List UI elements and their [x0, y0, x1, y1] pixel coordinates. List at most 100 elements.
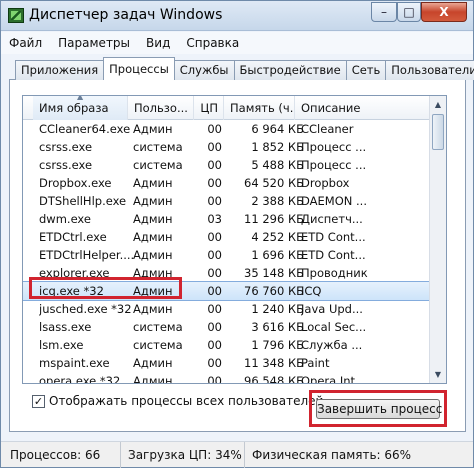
process-cpu: 00: [207, 140, 222, 154]
scroll-up-arrow-icon[interactable]: ▲: [430, 96, 446, 113]
title-bar[interactable]: Диспетчер задач Windows – □ X: [1, 1, 473, 31]
process-description: Диспетч...: [301, 212, 363, 226]
process-name: opera.exe *32: [39, 374, 121, 384]
close-button[interactable]: X: [421, 2, 467, 22]
table-row[interactable]: mspaint.exe Админ 00 11 348 КБ Paint: [23, 354, 429, 372]
show-all-users-option[interactable]: ✓ Отображать процессы всех пользователей: [32, 393, 323, 409]
maximize-button[interactable]: □: [397, 2, 421, 22]
scrollbar-thumb[interactable]: [432, 114, 444, 150]
process-memory: 3 616 КБ: [251, 320, 304, 334]
process-cpu: 00: [207, 374, 222, 384]
process-user: Админ: [133, 230, 173, 244]
process-name: DTShellHlp.exe: [39, 194, 127, 208]
process-user: система: [133, 338, 183, 352]
process-user: Админ: [133, 302, 173, 316]
table-row[interactable]: DTShellHlp.exe Админ 00 2 388 КБ DAEMON …: [23, 192, 429, 210]
table-row[interactable]: Dropbox.exe Админ 00 64 520 КБ Dropbox: [23, 174, 429, 192]
process-cpu: 00: [207, 230, 222, 244]
process-description: Paint: [301, 356, 330, 370]
process-name: jusched.exe *32: [39, 302, 132, 316]
table-row[interactable]: jusched.exe *32 Админ 00 1 240 КБ Java U…: [23, 300, 429, 318]
table-row[interactable]: ETDCtrlHelper.... Админ 00 1 696 КБ ETD …: [23, 246, 429, 264]
process-description: Dropbox: [301, 176, 350, 190]
table-row[interactable]: csrss.exe система 00 5 488 КБ Процесс ..…: [23, 156, 429, 174]
status-bar: Процессов: 66 Загрузка ЦП: 34% Физическа…: [1, 441, 473, 468]
process-description: Java Upd...: [301, 302, 363, 316]
process-cpu: 00: [207, 284, 222, 298]
process-description: Процесс ...: [301, 158, 367, 172]
window-title: Диспетчер задач Windows: [29, 7, 223, 23]
process-memory: 1 696 КБ: [251, 248, 304, 262]
process-description: Служба ...: [301, 338, 363, 352]
process-cpu: 00: [207, 176, 222, 190]
process-user: система: [133, 140, 183, 154]
tab-users[interactable]: Пользователи: [385, 60, 474, 80]
process-name: dwm.exe: [39, 212, 91, 226]
process-memory: 76 760 КБ: [244, 284, 304, 298]
process-name: CCleaner64.exe: [39, 122, 131, 136]
process-list[interactable]: ▲ Имя образа Пользо... ЦП Память (ч... О…: [22, 95, 447, 384]
menu-bar: Файл Параметры Вид Справка: [1, 32, 473, 54]
status-cpu-usage: Загрузка ЦП: 34%: [121, 442, 245, 468]
table-row[interactable]: CCleaner64.exe Админ 00 6 964 КБ CCleane…: [23, 120, 429, 138]
process-name: csrss.exe: [39, 140, 93, 154]
table-row[interactable]: dwm.exe Админ 03 11 296 КБ Диспетч...: [23, 210, 429, 228]
process-description: Проводник: [301, 266, 368, 280]
vertical-scrollbar[interactable]: ▲ ▼: [429, 96, 446, 383]
process-user: Админ: [133, 176, 173, 190]
process-memory: 2 388 КБ: [251, 194, 304, 208]
scroll-down-arrow-icon[interactable]: ▼: [430, 366, 446, 383]
process-name: mspaint.exe: [39, 356, 110, 370]
process-description: CCleaner: [301, 122, 354, 136]
show-all-users-label: Отображать процессы всех пользователей: [49, 394, 324, 408]
process-cpu: 00: [207, 248, 222, 262]
process-description: Процесс ...: [301, 140, 367, 154]
process-memory: 35 148 КБ: [244, 266, 304, 280]
tab-strip: Приложения Процессы Службы Быстродействи…: [15, 57, 474, 80]
table-row[interactable]: lsass.exe система 00 3 616 КБ Local Sec.…: [23, 318, 429, 336]
highlight-box-selected-process: [29, 277, 182, 299]
tab-networking[interactable]: Сеть: [345, 60, 387, 80]
table-row[interactable]: lsm.exe система 00 1 796 КБ Служба ...: [23, 336, 429, 354]
tab-performance[interactable]: Быстродействие: [233, 60, 347, 80]
column-header-description[interactable]: Описание: [295, 96, 429, 120]
task-manager-window: Диспетчер задач Windows – □ X Файл Парам…: [0, 0, 474, 468]
menu-file[interactable]: Файл: [9, 36, 42, 50]
process-name: csrss.exe: [39, 158, 93, 172]
process-description: DAEMON ...: [301, 194, 367, 208]
process-memory: 11 348 КБ: [244, 356, 304, 370]
tab-services[interactable]: Службы: [173, 60, 235, 80]
process-description: Local Sec...: [301, 320, 367, 334]
table-row[interactable]: opera.exe *32 Админ 00 96 548 КБ Opera I…: [23, 372, 429, 384]
column-header-memory[interactable]: Память (ч...: [224, 96, 295, 120]
process-cpu: 00: [207, 320, 222, 334]
sort-ascending-icon: ▲: [77, 96, 84, 101]
table-row[interactable]: ETDCtrl.exe Админ 00 4 252 КБ ETD Cont..…: [23, 228, 429, 246]
tab-processes[interactable]: Процессы: [103, 57, 175, 80]
process-name: lsass.exe: [39, 320, 92, 334]
column-header-cpu[interactable]: ЦП: [194, 96, 224, 120]
process-user: система: [133, 158, 183, 172]
highlight-box-end-process: [309, 390, 447, 427]
process-user: Админ: [133, 248, 173, 262]
column-header-user[interactable]: Пользо...: [128, 96, 194, 120]
process-memory: 1 852 КБ: [251, 140, 304, 154]
process-cpu: 00: [207, 122, 222, 136]
process-cpu: 00: [207, 356, 222, 370]
tab-applications[interactable]: Приложения: [15, 60, 105, 80]
menu-view[interactable]: Вид: [146, 36, 170, 50]
process-memory: 1 240 КБ: [251, 302, 304, 316]
process-memory: 64 520 КБ: [244, 176, 304, 190]
show-all-users-checkbox[interactable]: ✓: [32, 394, 45, 408]
menu-options[interactable]: Параметры: [58, 36, 130, 50]
process-memory: 6 964 КБ: [251, 122, 304, 136]
process-name: ETDCtrlHelper....: [39, 248, 135, 262]
status-physical-memory: Физическая память: 66%: [252, 448, 412, 462]
column-header-image-name[interactable]: ▲ Имя образа: [33, 96, 128, 120]
column-header-row: ▲ Имя образа Пользо... ЦП Память (ч... О…: [23, 96, 429, 120]
process-memory: 1 796 КБ: [251, 338, 304, 352]
menu-help[interactable]: Справка: [186, 36, 239, 50]
table-row[interactable]: csrss.exe система 00 1 852 КБ Процесс ..…: [23, 138, 429, 156]
minimize-button[interactable]: –: [371, 2, 397, 22]
process-cpu: 03: [207, 212, 222, 226]
